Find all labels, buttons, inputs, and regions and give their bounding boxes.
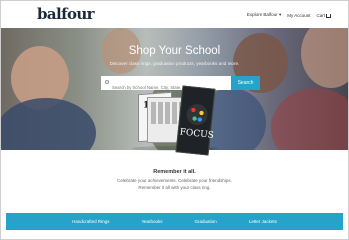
my-account-link[interactable]: My Account xyxy=(287,13,310,18)
category-letter-jackets[interactable]: Letter Jackets xyxy=(249,219,277,224)
chevron-down-icon: ▾ xyxy=(278,12,282,17)
cart-link[interactable]: Cart xyxy=(316,13,331,18)
yearbook-cover-title: FOCUS xyxy=(179,127,215,141)
search-icon xyxy=(105,80,109,84)
category-nav: Handcrafted Rings Yearbooks Graduation L… xyxy=(6,213,343,230)
hero-photo-shape xyxy=(1,98,96,150)
explore-balfour-link[interactable]: Explore Balfour ▾ xyxy=(247,12,281,18)
remember-text: Celebrate your achievements. Celebrate y… xyxy=(1,178,348,191)
search-button[interactable]: Search xyxy=(231,76,260,90)
top-nav: Explore Balfour ▾ My Account Cart xyxy=(247,12,331,18)
hero-title: Shop Your School xyxy=(128,45,221,57)
category-handcrafted-rings[interactable]: Handcrafted Rings xyxy=(72,219,109,224)
page: balfour Explore Balfour ▾ My Account Car… xyxy=(0,0,349,240)
yearbook-cover-art xyxy=(185,103,209,127)
cart-label: Cart xyxy=(316,12,325,18)
cart-icon xyxy=(326,13,331,18)
remember-section: Remember it all. Celebrate your achievem… xyxy=(1,169,348,191)
balfour-logo[interactable]: balfour xyxy=(37,5,95,23)
remember-heading: Remember it all. xyxy=(153,169,196,175)
hero-photo-shape xyxy=(271,88,348,150)
explore-balfour-label: Explore Balfour xyxy=(246,12,278,17)
category-graduation[interactable]: Graduation xyxy=(195,219,217,224)
remember-line-2: Remember it all with your class ring. xyxy=(138,184,211,190)
yearbook-cover-focus[interactable]: FOCUS xyxy=(175,85,216,156)
hero-photo-shape xyxy=(301,28,348,88)
hero-subtitle: Discover class rings, graduation product… xyxy=(109,61,240,66)
site-header: balfour Explore Balfour ▾ My Account Car… xyxy=(1,1,348,28)
category-yearbooks[interactable]: Yearbooks xyxy=(141,219,162,224)
